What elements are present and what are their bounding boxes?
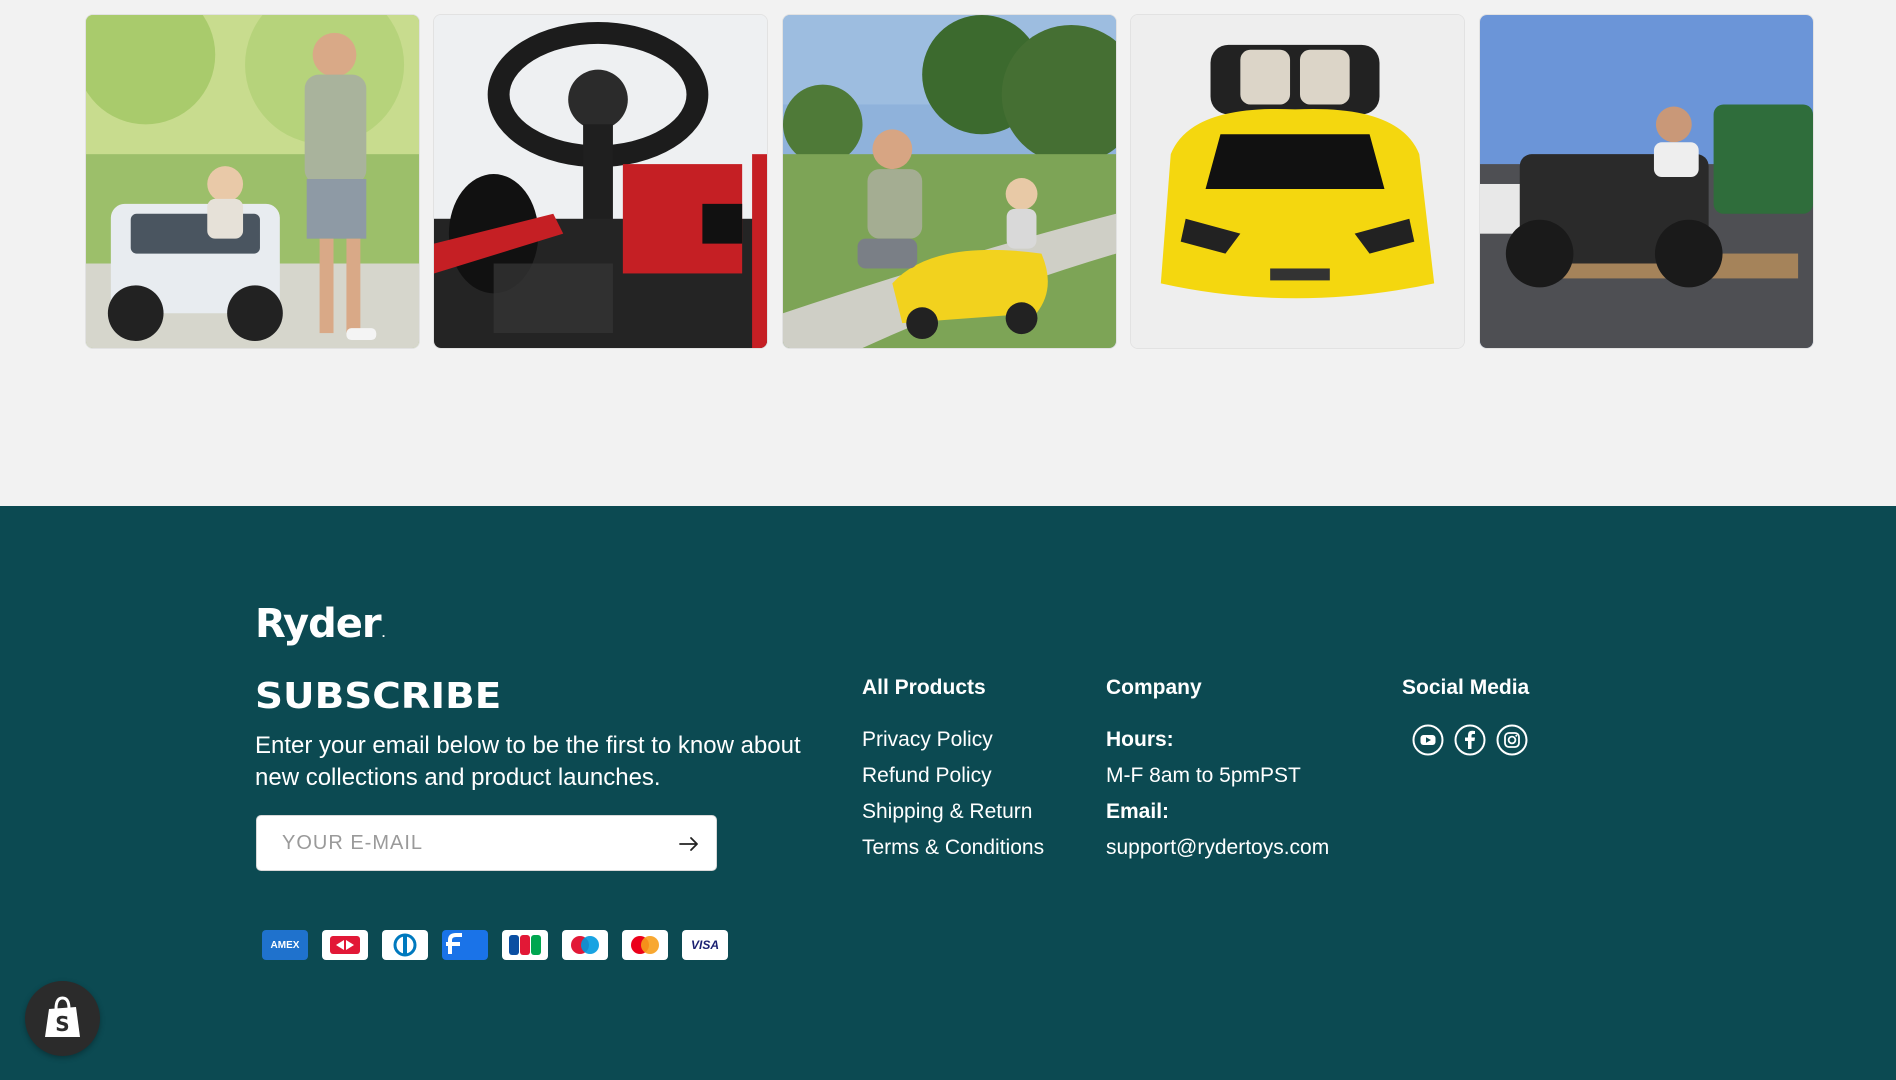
logo-mark: . <box>381 629 386 640</box>
gallery-image-4[interactable] <box>1130 14 1465 349</box>
all-products-heading: All Products <box>862 676 986 699</box>
gallery-image-2[interactable] <box>433 14 768 349</box>
shopify-shop-button[interactable]: S <box>25 981 100 1056</box>
email-input[interactable] <box>257 816 657 870</box>
subscribe-heading: SUBSCRIBE <box>255 676 502 717</box>
diners-icon <box>382 930 428 960</box>
support-email-link[interactable]: support@rydertoys.com <box>1106 836 1329 860</box>
gallery-photo-gokart <box>434 15 767 348</box>
ryder-logo[interactable]: Ryder. <box>255 601 386 647</box>
terms-conditions-link[interactable]: Terms & Conditions <box>862 836 1044 860</box>
instagram-icon[interactable] <box>1496 724 1528 756</box>
subscribe-description: Enter your email below to be the first t… <box>255 732 801 791</box>
mastercard-icon <box>622 930 668 960</box>
maestro-icon <box>562 930 608 960</box>
shopify-bag-icon: S <box>45 996 80 1037</box>
gallery-image-5[interactable] <box>1479 14 1814 349</box>
gallery-image-1[interactable] <box>85 14 420 349</box>
company-heading: Company <box>1106 676 1202 699</box>
youtube-icon[interactable] <box>1412 724 1444 756</box>
gallery-image-3[interactable] <box>782 14 1117 349</box>
logo-text: Ryder <box>255 601 382 647</box>
instagram-gallery <box>0 0 1896 506</box>
hours-label: Hours: <box>1106 728 1174 751</box>
svg-text:S: S <box>55 1012 69 1036</box>
jcb-icon <box>502 930 548 960</box>
privacy-policy-link[interactable]: Privacy Policy <box>862 728 993 752</box>
fpay-icon <box>442 930 488 960</box>
arrow-right-icon[interactable] <box>676 831 702 857</box>
hours-value: M-F 8am to 5pmPST <box>1106 764 1301 787</box>
visa-label: VISA <box>690 938 719 952</box>
gallery-photo-black-utv <box>1480 15 1813 348</box>
site-footer: Ryder. SUBSCRIBE Enter your email below … <box>0 506 1896 1080</box>
gallery-photo-yellow-car <box>1131 15 1464 348</box>
email-label: Email: <box>1106 800 1170 823</box>
newsletter-form <box>256 815 717 871</box>
refund-policy-link[interactable]: Refund Policy <box>862 764 992 788</box>
amex-icon: AMEX <box>262 930 308 960</box>
facebook-icon[interactable] <box>1454 724 1486 756</box>
dci-icon <box>322 930 368 960</box>
amex-label: AMEX <box>270 939 300 951</box>
gallery-photo-high-five <box>783 15 1116 348</box>
shipping-return-link[interactable]: Shipping & Return <box>862 800 1032 824</box>
social-media-heading: Social Media <box>1402 676 1530 699</box>
visa-icon: VISA <box>682 930 728 960</box>
gallery-photo-utv-park <box>86 15 419 348</box>
